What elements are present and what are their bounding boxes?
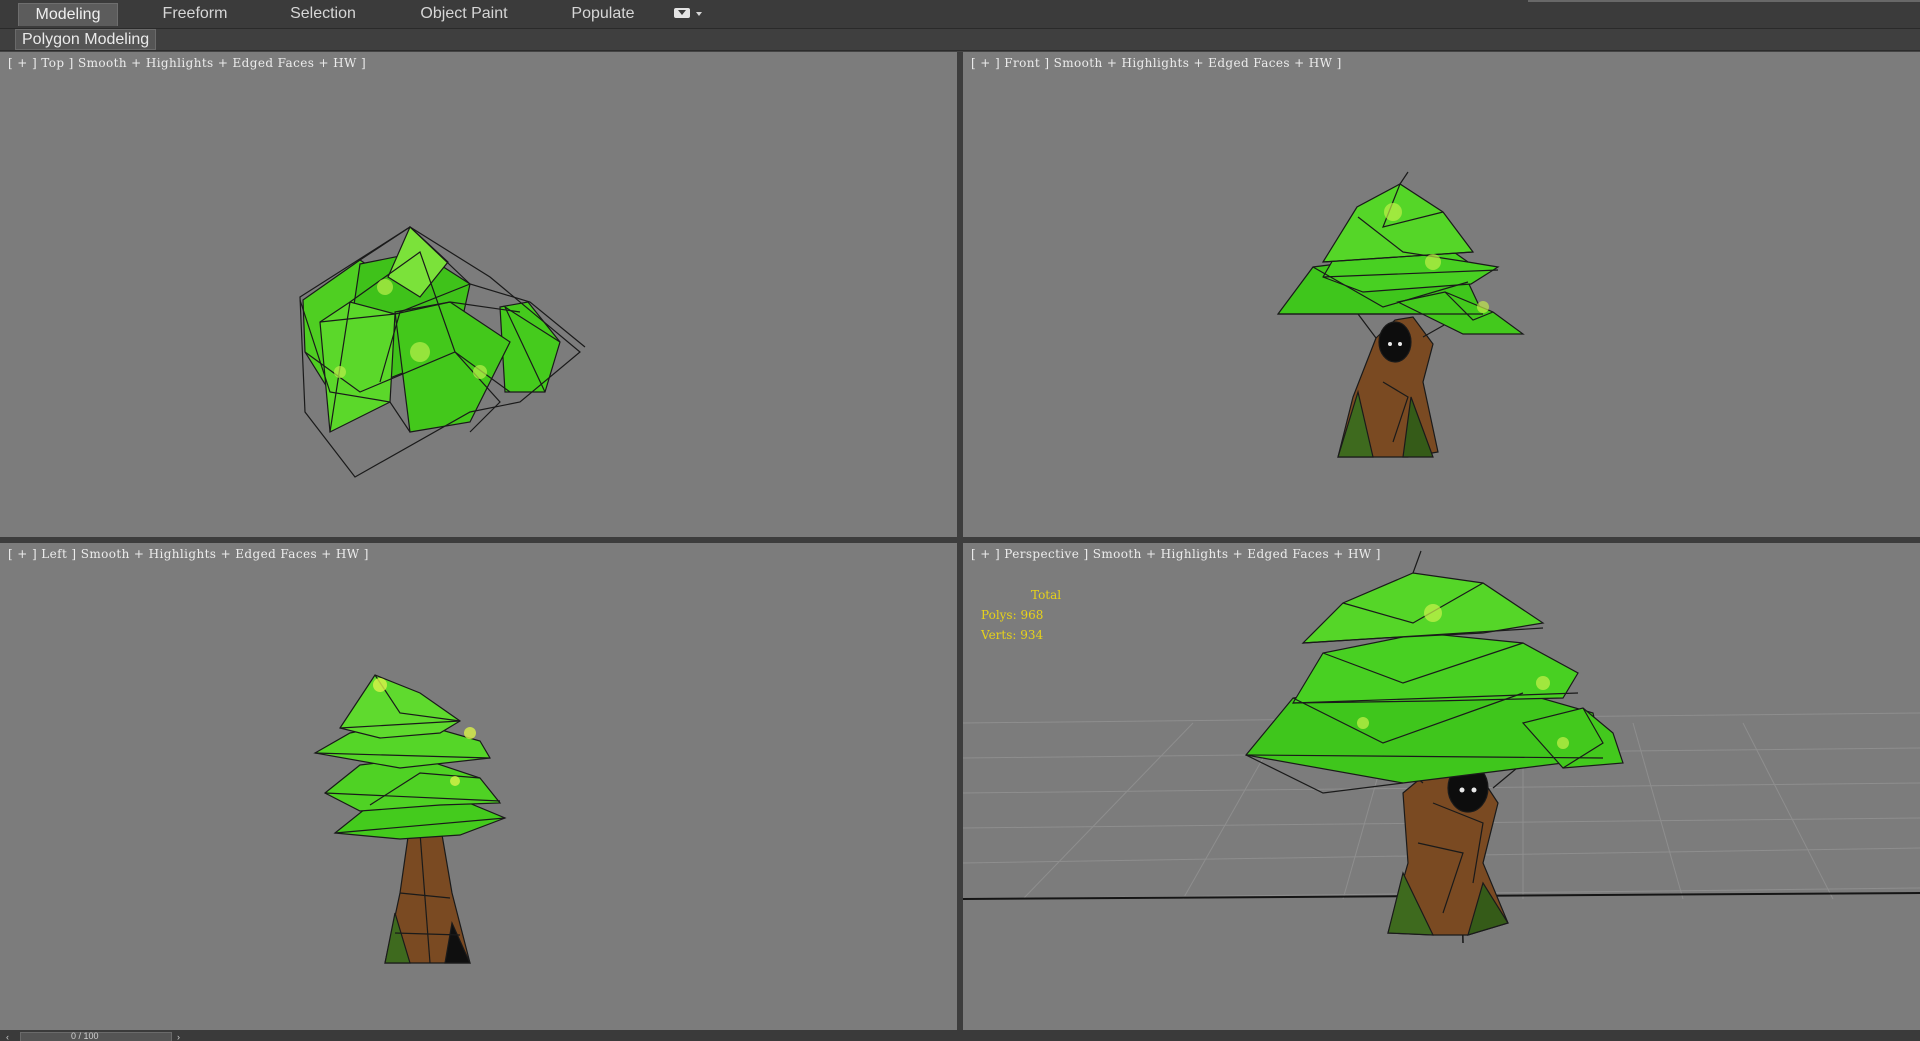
- time-slider-bar: ‹ 0 / 100 ›: [0, 1030, 1920, 1041]
- stats-polys: Polys: 968: [981, 608, 1044, 622]
- scene-statistics: Total Polys: 968 Verts: 934: [981, 585, 1061, 645]
- viewport-label-left[interactable]: [ + ] Left ] Smooth + Highlights + Edged…: [8, 547, 369, 561]
- panel-title-polygon-modeling[interactable]: Polygon Modeling: [15, 29, 157, 50]
- tree-perspective-view: [963, 550, 1920, 944]
- time-frame-label: 0 / 100: [71, 1031, 99, 1041]
- tree-top-view: [299, 225, 586, 478]
- ribbon-tab-bar: Modeling Freeform Selection Object Paint…: [0, 0, 1920, 29]
- 3d-modeling-app: Modeling Freeform Selection Object Paint…: [0, 0, 1920, 1041]
- tab-modeling[interactable]: Modeling: [18, 3, 118, 26]
- tab-populate[interactable]: Populate: [554, 3, 652, 25]
- ribbon-options-icon[interactable]: [674, 8, 690, 18]
- time-slider[interactable]: 0 / 100: [20, 1031, 172, 1041]
- viewport-top[interactable]: [ + ] Top ] Smooth + Highlights + Edged …: [0, 52, 957, 537]
- viewport-perspective[interactable]: [ + ] Perspective ] Smooth + Highlights …: [963, 543, 1920, 1030]
- tab-freeform[interactable]: Freeform: [146, 3, 244, 25]
- tab-object-paint[interactable]: Object Paint: [406, 3, 522, 25]
- tab-selection[interactable]: Selection: [274, 3, 372, 25]
- stats-header: Total: [1031, 588, 1062, 602]
- viewport-label-perspective[interactable]: [ + ] Perspective ] Smooth + Highlights …: [971, 547, 1381, 561]
- tree-front-view: [1276, 171, 1525, 458]
- stats-verts: Verts: 934: [981, 628, 1044, 642]
- tree-left-view: [313, 674, 507, 964]
- ribbon-panel-bar: Polygon Modeling: [0, 29, 1920, 51]
- chevron-right-icon[interactable]: ›: [177, 1033, 185, 1041]
- chevron-down-icon[interactable]: [696, 12, 702, 16]
- viewport-splitter-horizontal[interactable]: [0, 537, 1920, 543]
- viewport-front[interactable]: [ + ] Front ] Smooth + Highlights + Edge…: [963, 52, 1920, 537]
- chevron-left-icon[interactable]: ‹: [6, 1033, 14, 1041]
- viewport-left[interactable]: [ + ] Left ] Smooth + Highlights + Edged…: [0, 543, 957, 1030]
- viewport-label-top[interactable]: [ + ] Top ] Smooth + Highlights + Edged …: [8, 56, 366, 70]
- ribbon-divider: [1528, 0, 1920, 2]
- viewport-label-front[interactable]: [ + ] Front ] Smooth + Highlights + Edge…: [971, 56, 1342, 70]
